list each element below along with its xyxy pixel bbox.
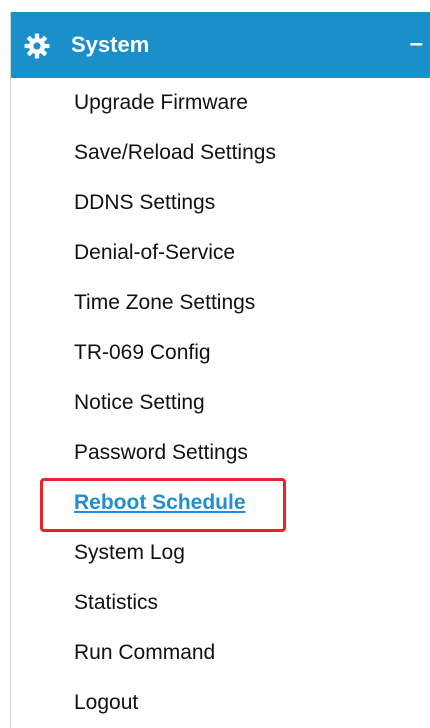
menu-item-label: System Log: [74, 541, 185, 564]
menu-item-denial-of-service[interactable]: Denial-of-Service: [11, 228, 430, 278]
menu-item-label: Logout: [74, 691, 139, 714]
menu-item-system-log[interactable]: System Log: [11, 528, 430, 578]
menu-item-label: Statistics: [74, 591, 159, 614]
menu-item-password-settings[interactable]: Password Settings: [11, 428, 430, 478]
menu-item-reboot-schedule[interactable]: Reboot Schedule: [11, 478, 430, 528]
menu-item-logout[interactable]: Logout: [11, 678, 430, 728]
menu-item-time-zone-settings[interactable]: Time Zone Settings: [11, 278, 430, 328]
menu-item-label: Reboot Schedule: [74, 491, 246, 514]
menu-item-save-reload-settings[interactable]: Save/Reload Settings: [11, 128, 430, 178]
menu-item-label: Save/Reload Settings: [74, 141, 276, 164]
menu-item-label: Password Settings: [74, 441, 248, 464]
menu-item-notice-setting[interactable]: Notice Setting: [11, 378, 430, 428]
system-menu-panel: System – Upgrade Firmware Save/Reload Se…: [10, 12, 430, 728]
gear-icon: [24, 33, 50, 59]
menu-item-label: TR-069 Config: [74, 341, 211, 364]
menu-item-label: Denial-of-Service: [74, 241, 236, 264]
system-section-header[interactable]: System –: [11, 12, 430, 78]
menu-item-label: Time Zone Settings: [74, 291, 256, 314]
menu-item-label: DDNS Settings: [74, 191, 216, 214]
menu-item-label: Notice Setting: [74, 391, 205, 414]
menu-item-tr069-config[interactable]: TR-069 Config: [11, 328, 430, 378]
menu-item-label: Run Command: [74, 641, 216, 664]
menu-item-run-command[interactable]: Run Command: [11, 628, 430, 678]
menu-item-upgrade-firmware[interactable]: Upgrade Firmware: [11, 78, 430, 128]
system-submenu: Upgrade Firmware Save/Reload Settings DD…: [11, 78, 430, 728]
menu-item-statistics[interactable]: Statistics: [11, 578, 430, 628]
section-title: System: [71, 32, 150, 57]
menu-item-label: Upgrade Firmware: [74, 91, 248, 114]
menu-item-ddns-settings[interactable]: DDNS Settings: [11, 178, 430, 228]
collapse-toggle[interactable]: –: [410, 30, 423, 58]
